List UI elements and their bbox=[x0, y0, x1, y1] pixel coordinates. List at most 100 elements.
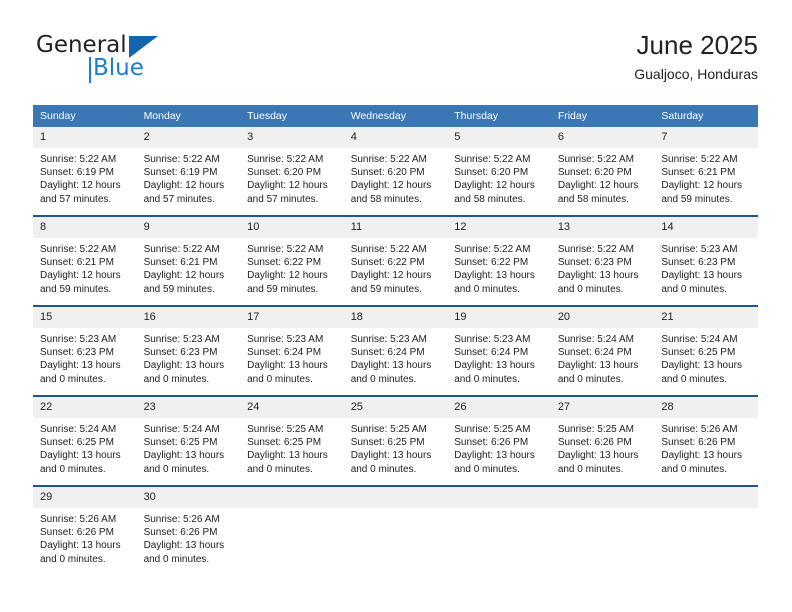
calendar-day-cell[interactable]: 17 Sunrise: 5:23 AM Sunset: 6:24 PM Dayligh… bbox=[240, 305, 344, 396]
sunrise-text: Sunrise: 5:25 AM bbox=[454, 424, 531, 435]
calendar-day-cell[interactable]: 29 Sunrise: 5:26 AM Sunset: 6:26 PM Dayligh… bbox=[33, 485, 137, 575]
calendar-day-cell[interactable]: 5 Sunrise: 5:22 AM Sunset: 6:20 PM Daylight… bbox=[447, 127, 551, 216]
calendar-day-cell[interactable]: 20 Sunrise: 5:24 AM Sunset: 6:24 PM Dayligh… bbox=[550, 305, 655, 396]
sunrise-text: Sunrise: 5:25 AM bbox=[350, 424, 427, 435]
sunset-text: Sunset: 6:24 PM bbox=[454, 347, 529, 359]
calendar-day-cell[interactable]: 22 Sunrise: 5:24 AM Sunset: 6:25 PM Dayligh… bbox=[33, 395, 137, 486]
calendar-day-cell-empty bbox=[550, 485, 655, 575]
sunrise-text: Sunrise: 5:23 AM bbox=[143, 334, 220, 345]
calendar-day-cell[interactable]: 27 Sunrise: 5:25 AM Sunset: 6:26 PM Dayligh… bbox=[550, 395, 655, 486]
calendar-table: Sunday Monday Tuesday Wednesday Thursday… bbox=[33, 105, 758, 575]
sunset-text: Sunset: 6:22 PM bbox=[247, 257, 322, 269]
day-details: Sunrise: 5:22 AM Sunset: 6:20 PM Daylight:… bbox=[240, 148, 344, 206]
sunset-text: Sunset: 6:20 PM bbox=[454, 167, 529, 179]
sunset-text: Sunset: 6:24 PM bbox=[557, 347, 632, 359]
day-details: Sunrise: 5:25 AM Sunset: 6:26 PM Daylight:… bbox=[551, 418, 655, 476]
page-header: General Blue June 2025 Gualjoco, Hondura… bbox=[33, 28, 758, 96]
calendar-day-cell[interactable]: 3 Sunrise: 5:22 AM Sunset: 6:20 PM Daylight… bbox=[240, 127, 344, 216]
day-number: 30 bbox=[136, 487, 241, 508]
sunrise-text: Sunrise: 5:25 AM bbox=[557, 424, 634, 435]
calendar-day-cell[interactable]: 4 Sunrise: 5:22 AM Sunset: 6:20 PM Daylight… bbox=[343, 127, 448, 216]
day-number bbox=[550, 487, 655, 508]
sunset-text: Sunset: 6:23 PM bbox=[40, 347, 114, 359]
sunset-text: Sunset: 6:25 PM bbox=[40, 437, 114, 449]
sunrise-text: Sunrise: 5:22 AM bbox=[454, 154, 531, 165]
daylight-text: Daylight: 12 hours and 59 minutes. bbox=[143, 270, 225, 295]
day-number: 29 bbox=[33, 487, 137, 508]
sunrise-text: Sunrise: 5:25 AM bbox=[247, 424, 324, 435]
day-number: 10 bbox=[240, 217, 344, 238]
sunrise-text: Sunrise: 5:23 AM bbox=[661, 244, 738, 255]
day-details: Sunrise: 5:22 AM Sunset: 6:22 PM Daylight:… bbox=[240, 238, 344, 296]
calendar-day-cell[interactable]: 10 Sunrise: 5:22 AM Sunset: 6:22 PM Dayligh… bbox=[240, 215, 344, 306]
calendar-day-cell[interactable]: 6 Sunrise: 5:22 AM Sunset: 6:20 PM Daylight… bbox=[550, 127, 655, 216]
calendar-day-cell[interactable]: 1 Sunrise: 5:22 AM Sunset: 6:19 PM Daylight… bbox=[33, 127, 137, 216]
calendar-day-cell[interactable]: 15 Sunrise: 5:23 AM Sunset: 6:23 PM Dayligh… bbox=[33, 305, 137, 396]
daylight-text: Daylight: 13 hours and 0 minutes. bbox=[247, 360, 328, 385]
calendar-day-cell[interactable]: 14 Sunrise: 5:23 AM Sunset: 6:23 PM Dayligh… bbox=[654, 215, 758, 306]
generalblue-logo: General Blue bbox=[33, 32, 233, 88]
sunrise-text: Sunrise: 5:23 AM bbox=[350, 334, 427, 345]
calendar-day-cell[interactable]: 9 Sunrise: 5:22 AM Sunset: 6:21 PM Daylight… bbox=[136, 215, 241, 306]
day-number: 14 bbox=[654, 217, 758, 238]
day-number: 22 bbox=[33, 397, 137, 418]
day-number: 16 bbox=[136, 307, 241, 328]
calendar-day-cell[interactable]: 7 Sunrise: 5:22 AM Sunset: 6:21 PM Daylight… bbox=[654, 127, 758, 216]
daylight-text: Daylight: 13 hours and 0 minutes. bbox=[454, 270, 535, 295]
day-details: Sunrise: 5:22 AM Sunset: 6:20 PM Daylight:… bbox=[447, 148, 551, 206]
daylight-text: Daylight: 13 hours and 0 minutes. bbox=[143, 450, 225, 475]
calendar-day-cell[interactable]: 28 Sunrise: 5:26 AM Sunset: 6:26 PM Dayligh… bbox=[654, 395, 758, 486]
daylight-text: Daylight: 13 hours and 0 minutes. bbox=[40, 450, 121, 475]
day-details: Sunrise: 5:24 AM Sunset: 6:24 PM Daylight:… bbox=[551, 328, 655, 386]
calendar-day-cell[interactable]: 8 Sunrise: 5:22 AM Sunset: 6:21 PM Daylight… bbox=[33, 215, 137, 306]
day-details: Sunrise: 5:26 AM Sunset: 6:26 PM Daylight:… bbox=[137, 508, 241, 566]
calendar-day-cell[interactable]: 30 Sunrise: 5:26 AM Sunset: 6:26 PM Dayligh… bbox=[136, 485, 241, 575]
calendar-day-cell[interactable]: 16 Sunrise: 5:23 AM Sunset: 6:23 PM Dayligh… bbox=[136, 305, 241, 396]
calendar-day-cell-empty bbox=[654, 485, 758, 575]
calendar-day-cell[interactable]: 25 Sunrise: 5:25 AM Sunset: 6:25 PM Dayligh… bbox=[343, 395, 448, 486]
day-number: 4 bbox=[343, 127, 448, 148]
weekday-header-saturday: Saturday bbox=[654, 105, 758, 127]
day-details: Sunrise: 5:22 AM Sunset: 6:22 PM Daylight:… bbox=[447, 238, 551, 296]
sunset-text: Sunset: 6:26 PM bbox=[143, 527, 218, 539]
calendar-day-cell[interactable]: 26 Sunrise: 5:25 AM Sunset: 6:26 PM Dayligh… bbox=[447, 395, 551, 486]
calendar-day-cell[interactable]: 2 Sunrise: 5:22 AM Sunset: 6:19 PM Daylight… bbox=[136, 127, 241, 216]
weekday-header-friday: Friday bbox=[550, 105, 655, 127]
day-details bbox=[447, 508, 551, 513]
daylight-text: Daylight: 13 hours and 0 minutes. bbox=[40, 540, 121, 565]
day-details: Sunrise: 5:26 AM Sunset: 6:26 PM Daylight:… bbox=[33, 508, 137, 566]
sunrise-text: Sunrise: 5:26 AM bbox=[40, 514, 117, 525]
calendar-week-row: 8 Sunrise: 5:22 AM Sunset: 6:21 PM Daylight… bbox=[33, 215, 758, 306]
daylight-text: Daylight: 13 hours and 0 minutes. bbox=[247, 450, 328, 475]
sunset-text: Sunset: 6:22 PM bbox=[454, 257, 529, 269]
sunset-text: Sunset: 6:19 PM bbox=[40, 167, 114, 179]
weekday-header-tuesday: Tuesday bbox=[240, 105, 344, 127]
calendar-day-cell[interactable]: 21 Sunrise: 5:24 AM Sunset: 6:25 PM Dayligh… bbox=[654, 305, 758, 396]
sunrise-text: Sunrise: 5:24 AM bbox=[143, 424, 220, 435]
sunrise-text: Sunrise: 5:22 AM bbox=[454, 244, 531, 255]
calendar-day-cell[interactable]: 11 Sunrise: 5:22 AM Sunset: 6:22 PM Dayligh… bbox=[343, 215, 448, 306]
day-number: 11 bbox=[343, 217, 448, 238]
page-title: June 2025 bbox=[636, 30, 758, 60]
calendar-day-cell[interactable]: 13 Sunrise: 5:22 AM Sunset: 6:23 PM Dayligh… bbox=[550, 215, 655, 306]
daylight-text: Daylight: 13 hours and 0 minutes. bbox=[350, 360, 432, 385]
sunset-text: Sunset: 6:23 PM bbox=[661, 257, 736, 269]
calendar-week-row: 22 Sunrise: 5:24 AM Sunset: 6:25 PM Dayligh… bbox=[33, 395, 758, 486]
calendar-day-cell[interactable]: 23 Sunrise: 5:24 AM Sunset: 6:25 PM Dayligh… bbox=[136, 395, 241, 486]
day-details: Sunrise: 5:22 AM Sunset: 6:21 PM Daylight:… bbox=[137, 238, 241, 296]
day-number: 17 bbox=[240, 307, 344, 328]
calendar-day-cell[interactable]: 24 Sunrise: 5:25 AM Sunset: 6:25 PM Dayligh… bbox=[240, 395, 344, 486]
day-number: 8 bbox=[33, 217, 137, 238]
calendar-day-cell[interactable]: 12 Sunrise: 5:22 AM Sunset: 6:22 PM Dayligh… bbox=[447, 215, 551, 306]
day-number: 3 bbox=[240, 127, 344, 148]
page-subtitle: Gualjoco, Honduras bbox=[634, 66, 758, 82]
calendar-day-cell[interactable]: 19 Sunrise: 5:23 AM Sunset: 6:24 PM Dayligh… bbox=[447, 305, 551, 396]
calendar-day-cell[interactable]: 18 Sunrise: 5:23 AM Sunset: 6:24 PM Dayligh… bbox=[343, 305, 448, 396]
sunset-text: Sunset: 6:26 PM bbox=[661, 437, 736, 449]
day-details: Sunrise: 5:23 AM Sunset: 6:23 PM Daylight:… bbox=[654, 238, 758, 296]
sunset-text: Sunset: 6:19 PM bbox=[143, 167, 218, 179]
day-details: Sunrise: 5:22 AM Sunset: 6:21 PM Daylight:… bbox=[654, 148, 758, 206]
day-number bbox=[240, 487, 344, 508]
day-details: Sunrise: 5:23 AM Sunset: 6:24 PM Daylight:… bbox=[344, 328, 448, 386]
sunrise-text: Sunrise: 5:22 AM bbox=[143, 244, 220, 255]
